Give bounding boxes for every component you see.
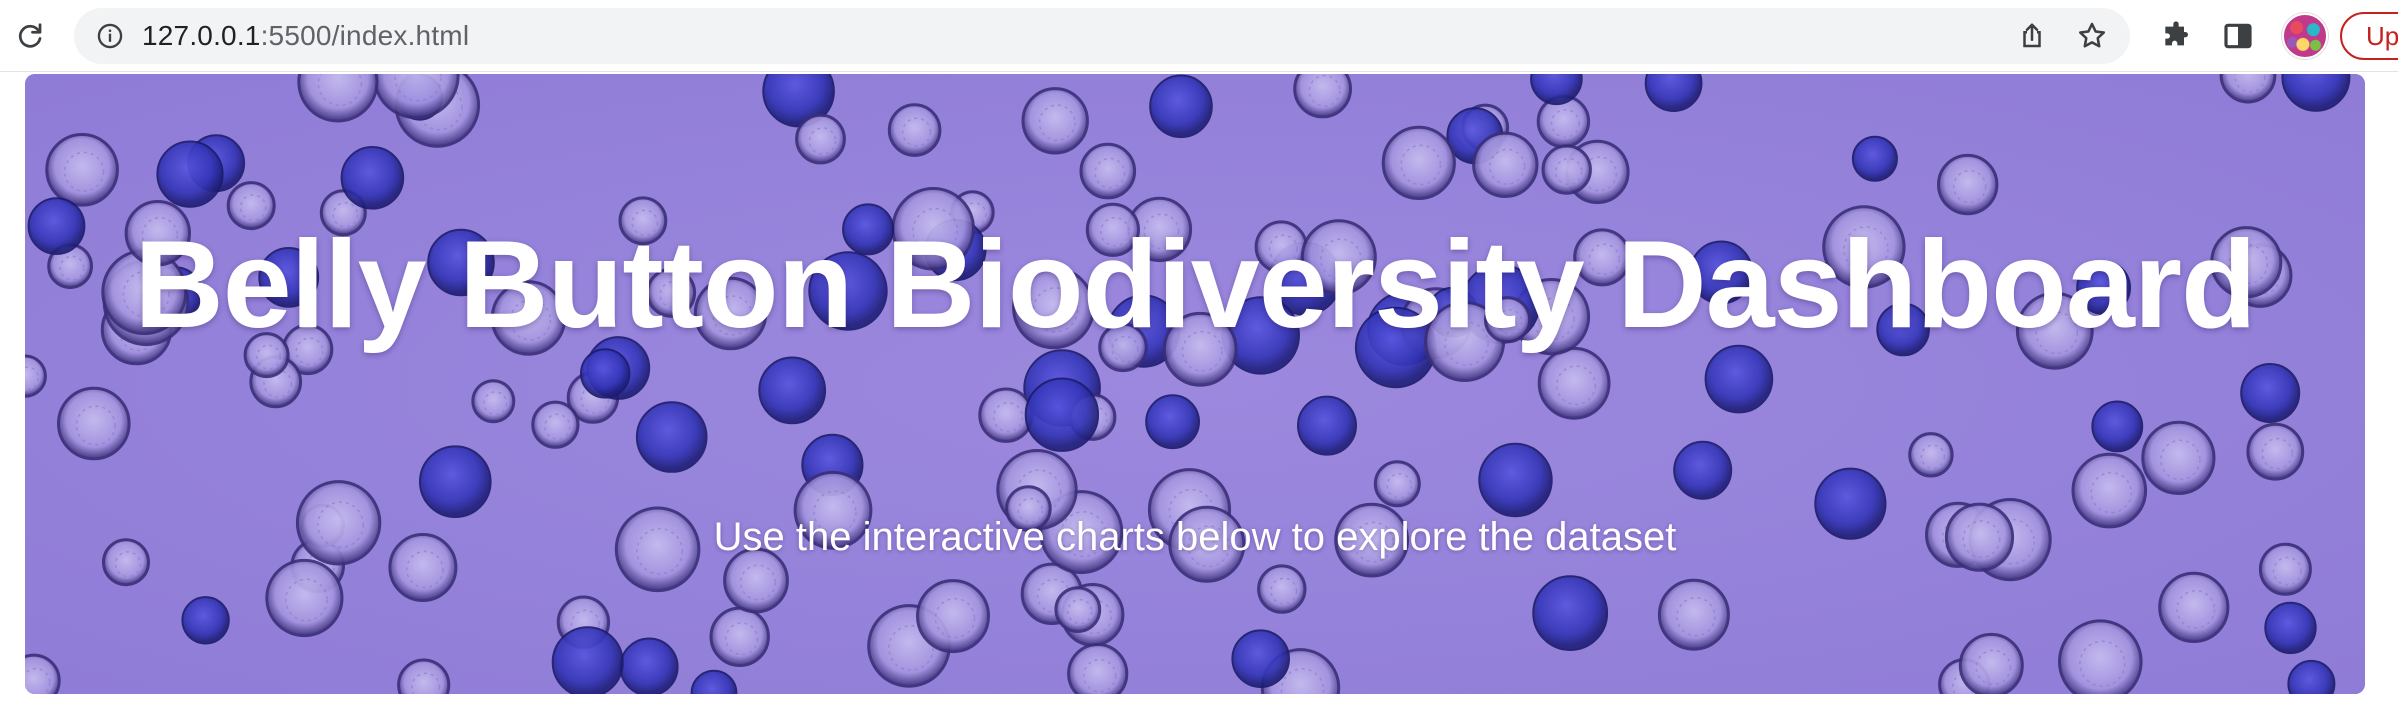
star-icon[interactable] <box>2076 20 2108 52</box>
extensions-icon[interactable] <box>2158 18 2194 54</box>
side-panel-icon[interactable] <box>2220 18 2256 54</box>
profile-avatar[interactable] <box>2282 13 2328 59</box>
reload-icon[interactable] <box>12 18 48 54</box>
browser-toolbar: 127.0.0.1:5500/index.html Up <box>0 0 2398 72</box>
update-button[interactable]: Up <box>2340 12 2398 60</box>
page-subtitle: Use the interactive charts below to expl… <box>713 515 1677 559</box>
url-host: 127.0.0.1 <box>142 20 261 51</box>
share-icon[interactable] <box>2016 20 2048 52</box>
page-title: Belly Button Biodiversity Dashboard <box>134 216 2257 354</box>
address-bar[interactable]: 127.0.0.1:5500/index.html <box>74 8 2130 64</box>
hero-banner: Belly Button Biodiversity Dashboard Use … <box>25 74 2365 694</box>
url-text[interactable]: 127.0.0.1:5500/index.html <box>142 8 469 64</box>
url-path: :5500/index.html <box>260 20 470 51</box>
microscope-background-image <box>25 74 2365 694</box>
info-icon[interactable] <box>96 22 124 50</box>
